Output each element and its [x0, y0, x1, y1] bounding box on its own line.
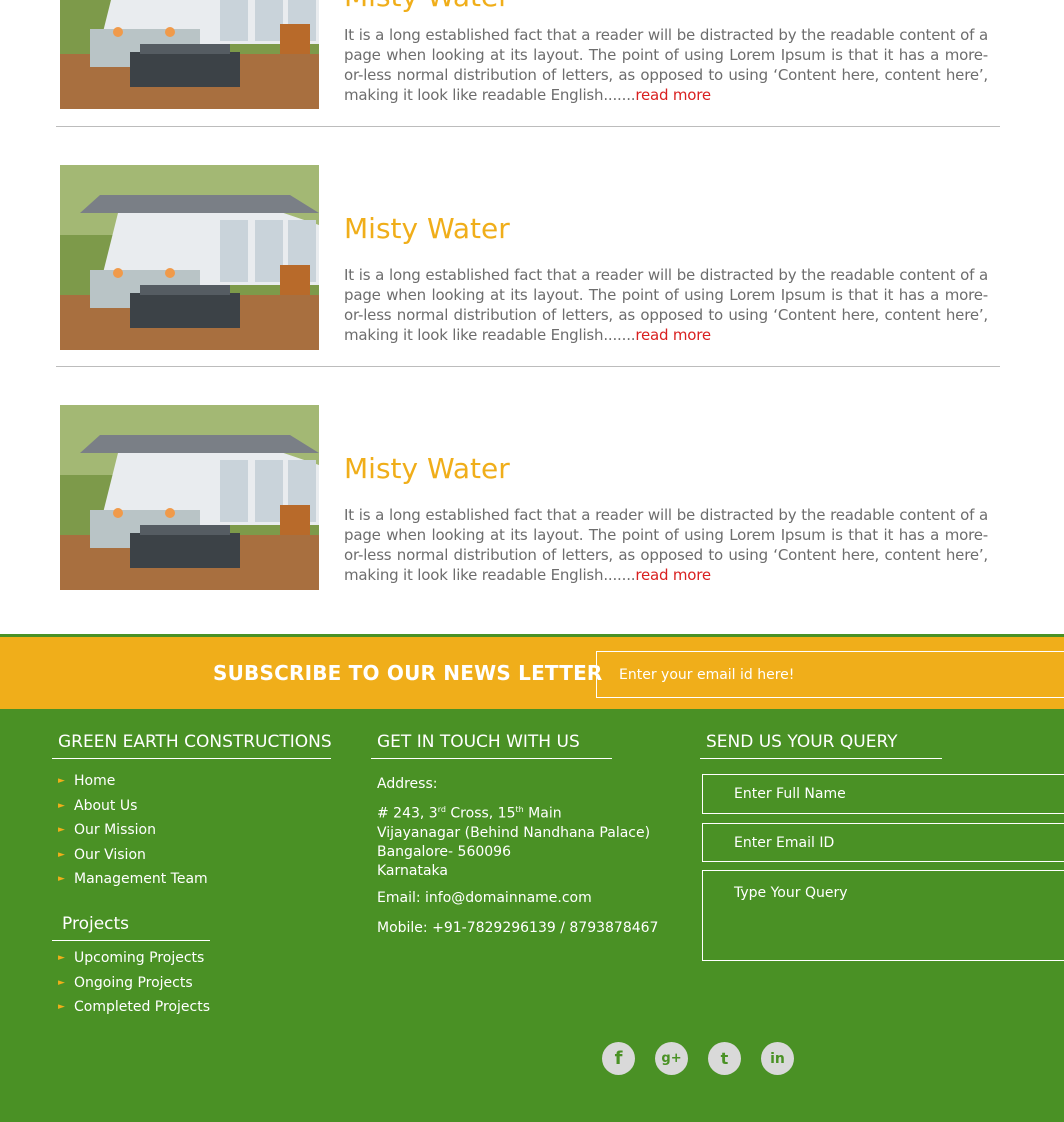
facebook-icon[interactable]: f: [602, 1042, 635, 1075]
footer-link-label: Completed Projects: [74, 999, 211, 1016]
twitter-icon[interactable]: t: [708, 1042, 741, 1075]
article-card: Misty Water It is a long established fac…: [56, 0, 1000, 127]
footer-nav: ► Home ► About Us ► Our Mission ► Our Vision…: [58, 769, 208, 892]
article-excerpt: It is a long established fact that a rea…: [344, 25, 988, 105]
arrow-bullet-icon: ►: [58, 849, 65, 860]
article-thumbnail: [60, 405, 319, 590]
footer-link-label: Our Mission: [74, 822, 156, 839]
address-label: Address:: [377, 776, 438, 792]
arrow-bullet-icon: ►: [58, 953, 65, 964]
footer-link-ongoing-projects[interactable]: ► Ongoing Projects: [58, 971, 210, 996]
read-more-link[interactable]: read more: [635, 326, 711, 344]
footer-link-label: About Us: [74, 797, 138, 814]
projects-heading: Projects: [52, 914, 210, 941]
article-thumbnail: [60, 165, 319, 350]
address-line: Karnataka: [377, 862, 448, 879]
arrow-bullet-icon: ►: [58, 977, 65, 988]
footer-link-management-team[interactable]: ► Management Team: [58, 867, 208, 892]
footer-link-home[interactable]: ► Home: [58, 769, 208, 794]
newsletter-bar: SUBSCRIBE TO OUR NEWS LETTER: [0, 634, 1064, 712]
arrow-bullet-icon: ►: [58, 1002, 65, 1013]
article-excerpt: It is a long established fact that a rea…: [344, 265, 988, 345]
read-more-link[interactable]: read more: [635, 86, 711, 104]
contact-mobile: Mobile: +91-7829296139 / 8793878467: [377, 920, 659, 936]
query-heading: SEND US YOUR QUERY: [700, 732, 942, 759]
google-plus-icon[interactable]: g+: [655, 1042, 688, 1075]
article-title: Misty Water: [344, 212, 510, 245]
query-textarea[interactable]: [702, 870, 1064, 961]
arrow-bullet-icon: ►: [58, 776, 65, 787]
footer: GREEN EARTH CONSTRUCTIONS ► Home ► About U…: [0, 712, 1064, 1122]
footer-link-completed-projects[interactable]: ► Completed Projects: [58, 995, 210, 1020]
footer-link-label: Management Team: [74, 871, 208, 888]
query-email-field[interactable]: [702, 823, 1064, 862]
newsletter-email-input[interactable]: [596, 651, 1064, 698]
address-line: Vijayanagar (Behind Nandhana Palace): [377, 824, 651, 841]
footer-link-label: Ongoing Projects: [74, 974, 193, 991]
address-block: Address: # 243, 3rd Cross, 15th Main Vij…: [377, 775, 650, 881]
footer-link-about-us[interactable]: ► About Us: [58, 794, 208, 819]
article-title: Misty Water: [344, 0, 510, 13]
footer-link-label: Upcoming Projects: [74, 950, 205, 967]
full-name-field[interactable]: [702, 774, 1064, 814]
footer-link-label: Home: [74, 773, 116, 790]
newsletter-title: SUBSCRIBE TO OUR NEWS LETTER: [213, 661, 603, 685]
contact-heading: GET IN TOUCH WITH US: [371, 732, 612, 759]
arrow-bullet-icon: ►: [58, 825, 65, 836]
article-title: Misty Water: [344, 452, 510, 485]
read-more-link[interactable]: read more: [635, 566, 711, 584]
footer-link-upcoming-projects[interactable]: ► Upcoming Projects: [58, 946, 210, 971]
article-card: Misty Water It is a long established fac…: [56, 127, 1000, 367]
contact-email: Email: info@domainname.com: [377, 890, 592, 906]
footer-link-label: Our Vision: [74, 846, 146, 863]
arrow-bullet-icon: ►: [58, 800, 65, 811]
address-line: Bangalore- 560096: [377, 843, 511, 860]
footer-link-our-mission[interactable]: ► Our Mission: [58, 818, 208, 843]
footer-link-our-vision[interactable]: ► Our Vision: [58, 843, 208, 868]
article-thumbnail: [60, 0, 319, 109]
company-heading: GREEN EARTH CONSTRUCTIONS: [52, 732, 332, 759]
arrow-bullet-icon: ►: [58, 874, 65, 885]
article-excerpt: It is a long established fact that a rea…: [344, 505, 988, 585]
address-line: # 243, 3rd Cross, 15th Main: [377, 805, 562, 822]
article-card: Misty Water It is a long established fac…: [56, 367, 1000, 607]
projects-nav: ► Upcoming Projects ► Ongoing Projects ► Co…: [58, 946, 210, 1020]
linkedin-icon[interactable]: in: [761, 1042, 794, 1075]
